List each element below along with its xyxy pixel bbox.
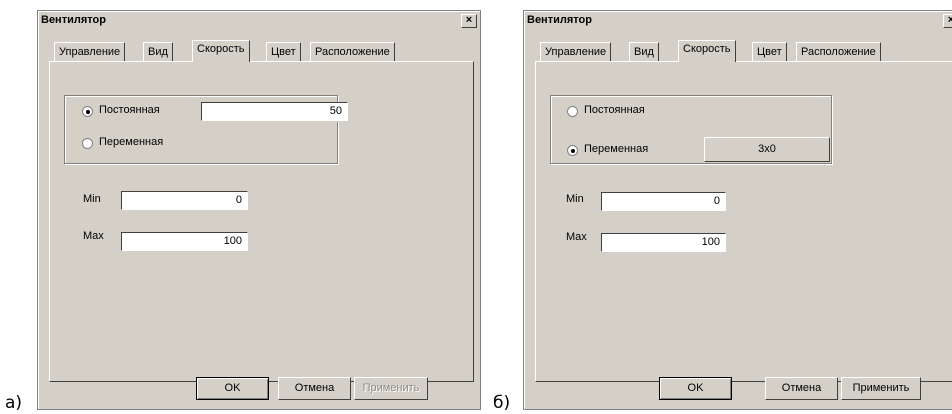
close-button[interactable]: × bbox=[943, 14, 952, 28]
radio-variable-label: Переменная bbox=[584, 143, 649, 155]
radio-constant-label: Постоянная bbox=[584, 104, 645, 116]
radio-variable-label: Переменная bbox=[99, 136, 164, 148]
tab-control[interactable]: Управление bbox=[540, 42, 612, 61]
ok-button[interactable]: OK bbox=[196, 377, 269, 400]
max-label: Max bbox=[566, 231, 587, 243]
tab-speed[interactable]: Скорость bbox=[192, 40, 250, 62]
max-input[interactable]: 100 bbox=[601, 233, 726, 252]
tab-control[interactable]: Управление bbox=[54, 42, 126, 61]
tab-color[interactable]: Цвет bbox=[752, 42, 787, 61]
tab-layout[interactable]: Расположение bbox=[796, 42, 881, 61]
min-label: Min bbox=[83, 193, 101, 205]
title-bar: Вентилятор × bbox=[525, 12, 952, 30]
min-input[interactable]: 0 bbox=[601, 192, 726, 211]
min-label: Min bbox=[566, 193, 584, 205]
radio-constant[interactable] bbox=[567, 106, 578, 117]
radio-variable[interactable] bbox=[567, 145, 578, 156]
radio-constant[interactable] bbox=[82, 106, 93, 117]
tab-layout[interactable]: Расположение bbox=[310, 42, 395, 61]
min-input[interactable]: 0 bbox=[121, 191, 248, 210]
constant-speed-input[interactable]: 50 bbox=[201, 102, 348, 121]
figure-label-a: а) bbox=[5, 393, 23, 413]
apply-button[interactable]: Применить bbox=[841, 377, 921, 400]
tab-speed[interactable]: Скорость bbox=[678, 40, 736, 62]
figure-label-b: б) bbox=[493, 393, 511, 413]
dialog-a: Вентилятор × Управление Вид Скорость Цве… bbox=[37, 10, 481, 410]
dialog-title: Вентилятор bbox=[41, 14, 106, 26]
max-input[interactable]: 100 bbox=[121, 232, 248, 251]
variable-config-button[interactable]: 3x0 bbox=[704, 137, 830, 162]
close-icon: × bbox=[465, 14, 473, 26]
radio-variable[interactable] bbox=[82, 138, 93, 149]
close-button[interactable]: × bbox=[461, 14, 477, 28]
tab-color[interactable]: Цвет bbox=[266, 42, 301, 61]
dialog-title: Вентилятор bbox=[527, 14, 592, 26]
apply-button[interactable]: Применить bbox=[354, 377, 428, 400]
dialog-b: Вентилятор × Управление Вид Скорость Цве… bbox=[523, 10, 952, 410]
close-icon: × bbox=[948, 14, 952, 26]
cancel-button[interactable]: Отмена bbox=[765, 377, 838, 400]
title-bar: Вентилятор × bbox=[39, 12, 479, 30]
tab-view[interactable]: Вид bbox=[629, 42, 659, 61]
ok-button[interactable]: OK bbox=[659, 377, 732, 400]
radio-constant-label: Постоянная bbox=[99, 104, 160, 116]
cancel-button[interactable]: Отмена bbox=[278, 377, 351, 400]
tab-view[interactable]: Вид bbox=[143, 42, 173, 61]
max-label: Max bbox=[83, 230, 104, 242]
